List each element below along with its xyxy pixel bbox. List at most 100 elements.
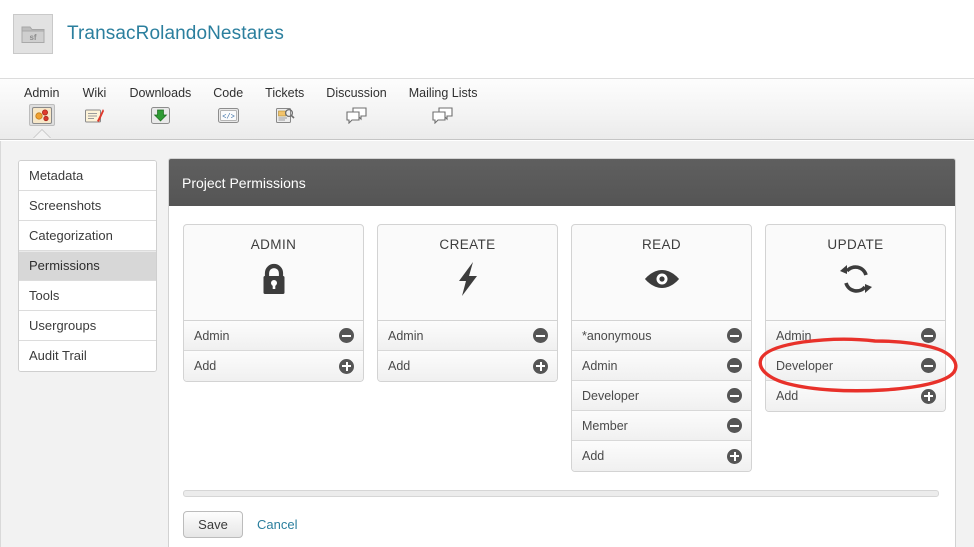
- nav-tab-wiki[interactable]: Wiki: [70, 79, 118, 126]
- card-title: ADMIN: [250, 237, 297, 252]
- nav-tab-downloads-label: Downloads: [129, 86, 192, 100]
- add-permission-icon[interactable]: [921, 388, 936, 404]
- card-title: READ: [641, 237, 682, 252]
- card-title: UPDATE: [827, 237, 884, 252]
- permission-card-admin: ADMIN Admin Add: [183, 224, 364, 382]
- permission-row-developer[interactable]: Developer: [766, 351, 945, 381]
- remove-permission-icon[interactable]: [727, 358, 742, 373]
- permission-row-label: Add: [582, 449, 605, 463]
- sidebar-item-permissions[interactable]: Permissions: [19, 251, 156, 281]
- refresh-cycle-icon: [835, 258, 877, 300]
- permission-row[interactable]: Member: [572, 411, 751, 441]
- nav-tab-discussion[interactable]: Discussion: [315, 79, 397, 126]
- nav-tab-code[interactable]: Code </>: [202, 79, 254, 126]
- remove-permission-icon[interactable]: [727, 328, 742, 343]
- sidebar-item-audit-trail[interactable]: Audit Trail: [19, 341, 156, 371]
- page-title: TransacRolandoNestares: [67, 23, 284, 44]
- sidebar-item-usergroups[interactable]: Usergroups: [19, 311, 156, 341]
- card-rows: *anonymous Admin Developer Member Add: [571, 321, 752, 472]
- speech-bubbles-icon: [430, 104, 456, 126]
- permission-row[interactable]: Admin: [378, 321, 557, 351]
- card-rows: Admin Add: [377, 321, 558, 382]
- card-header: READ: [571, 224, 752, 321]
- permission-row-add[interactable]: Add: [378, 351, 557, 381]
- top-navigation: Admin Wiki Downloads Code </> Tickets Di…: [0, 78, 974, 140]
- permission-row[interactable]: Admin: [184, 321, 363, 351]
- lightning-bolt-icon: [447, 258, 489, 300]
- permission-row-add[interactable]: Add: [572, 441, 751, 471]
- permission-row[interactable]: Admin: [766, 321, 945, 351]
- permission-row-label: Admin: [194, 328, 230, 343]
- svg-text:</>: </>: [222, 113, 235, 121]
- admin-gear-photo-icon: [28, 104, 55, 126]
- sidebar: Metadata Screenshots Categorization Perm…: [1, 141, 168, 547]
- save-button[interactable]: Save: [183, 511, 243, 538]
- permission-row-label: *anonymous: [582, 328, 652, 343]
- card-header: CREATE: [377, 224, 558, 321]
- sidebar-item-screenshots[interactable]: Screenshots: [19, 191, 156, 221]
- download-arrow-icon: [147, 104, 173, 126]
- card-rows: Admin Developer Add: [765, 321, 946, 412]
- add-permission-icon[interactable]: [727, 448, 742, 464]
- sidebar-item-tools[interactable]: Tools: [19, 281, 156, 311]
- panel-body: ADMIN Admin Add CREATE Admin Add READ *a…: [169, 206, 955, 547]
- main-content: Project Permissions ADMIN Admin Add CREA…: [168, 141, 974, 547]
- add-permission-icon[interactable]: [533, 358, 548, 374]
- permission-row[interactable]: Developer: [572, 381, 751, 411]
- sidebar-item-categorization[interactable]: Categorization: [19, 221, 156, 251]
- nav-tab-admin-label: Admin: [24, 86, 60, 100]
- tickets-page-icon: [272, 104, 298, 126]
- nav-tab-code-label: Code: [213, 86, 244, 100]
- remove-permission-icon[interactable]: [921, 358, 936, 373]
- permission-row[interactable]: Admin: [572, 351, 751, 381]
- nav-tab-tickets[interactable]: Tickets: [254, 79, 315, 126]
- nav-tab-admin[interactable]: Admin: [13, 79, 70, 126]
- speech-bubbles-icon: [344, 104, 370, 126]
- code-brackets-icon: </>: [215, 104, 241, 126]
- nav-tab-discussion-label: Discussion: [326, 86, 387, 100]
- permission-row-label: Admin: [776, 328, 812, 343]
- permission-row-label: Add: [388, 359, 411, 373]
- folder-sf-icon: sf: [13, 14, 53, 54]
- card-title: CREATE: [439, 237, 496, 252]
- sidebar-item-metadata[interactable]: Metadata: [19, 161, 156, 191]
- lock-icon: [253, 258, 295, 300]
- nav-tab-wiki-label: Wiki: [82, 86, 107, 100]
- remove-permission-icon[interactable]: [533, 328, 548, 343]
- nav-tab-mailing-lists-label: Mailing Lists: [408, 86, 478, 100]
- permission-row-label: Admin: [582, 358, 618, 373]
- permission-row-add[interactable]: Add: [766, 381, 945, 411]
- permission-card-read: READ *anonymous Admin Developer Member A…: [571, 224, 752, 472]
- remove-permission-icon[interactable]: [339, 328, 354, 343]
- footer-actions: Save Cancel: [183, 497, 955, 547]
- remove-permission-icon[interactable]: [921, 328, 936, 343]
- nav-tab-downloads[interactable]: Downloads: [118, 79, 202, 126]
- svg-text:sf: sf: [29, 33, 36, 42]
- remove-permission-icon[interactable]: [727, 418, 742, 433]
- permission-row[interactable]: *anonymous: [572, 321, 751, 351]
- permissions-panel: Project Permissions ADMIN Admin Add CREA…: [168, 158, 956, 547]
- permission-row-label: Developer: [776, 358, 833, 373]
- permission-row-label: Add: [776, 389, 799, 403]
- nav-tab-mailing-lists[interactable]: Mailing Lists: [398, 79, 489, 126]
- footer-divider: [183, 490, 939, 497]
- page-root: sf TransacRolandoNestares Admin Wiki Dow…: [0, 0, 974, 547]
- cancel-link[interactable]: Cancel: [257, 517, 297, 532]
- permission-row-label: Member: [582, 418, 628, 433]
- card-rows: Admin Add: [183, 321, 364, 382]
- permission-card-create: CREATE Admin Add: [377, 224, 558, 382]
- eye-icon: [641, 258, 683, 300]
- project-header: sf TransacRolandoNestares: [0, 0, 974, 68]
- body-area: Metadata Screenshots Categorization Perm…: [0, 141, 974, 547]
- panel-heading: Project Permissions: [169, 159, 955, 206]
- wiki-pencil-page-icon: [81, 104, 107, 126]
- permission-row-label: Admin: [388, 328, 424, 343]
- permission-card-update: UPDATE Admin Developer Add: [765, 224, 946, 412]
- add-permission-icon[interactable]: [339, 358, 354, 374]
- card-header: ADMIN: [183, 224, 364, 321]
- remove-permission-icon[interactable]: [727, 388, 742, 403]
- permission-row-add[interactable]: Add: [184, 351, 363, 381]
- permission-cards: ADMIN Admin Add CREATE Admin Add READ *a…: [183, 224, 955, 472]
- sidebar-list: Metadata Screenshots Categorization Perm…: [18, 160, 157, 372]
- permission-row-label: Developer: [582, 388, 639, 403]
